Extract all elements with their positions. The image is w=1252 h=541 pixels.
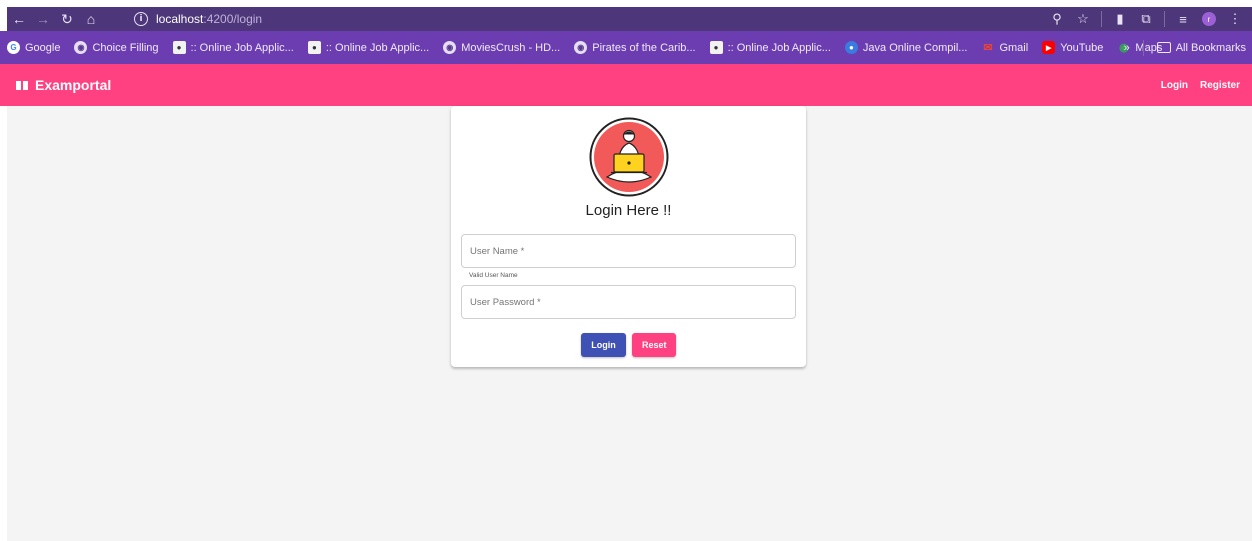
more-bookmarks-button[interactable]: » [1124,42,1130,54]
folder-icon [1156,42,1171,53]
browser-toolbar-icons: ⚲ ☆ ▮ ⧉ ≡ r ⋮ [1046,7,1246,31]
nav-register-link[interactable]: Register [1195,76,1245,95]
all-bookmarks-button[interactable]: All Bookmarks [1156,41,1246,54]
password-input[interactable] [462,286,795,318]
book-icon [15,79,29,91]
brand-name: Examportal [35,77,112,93]
bookmark-java-compiler[interactable]: ● Java Online Compil... [844,41,968,54]
toolbar-divider [1164,11,1165,27]
bookmark-online-job-2[interactable]: ●:: Online Job Applic... [307,41,430,54]
globe-icon: ◉ [74,41,88,54]
bookmark-label: :: Online Job Applic... [190,41,294,54]
bookmark-label: Choice Filling [92,41,159,54]
login-button[interactable]: Login [581,333,626,357]
toolbar-actions: Login Register [1156,64,1245,106]
button-row: Login Reset [451,333,806,357]
brand[interactable]: Examportal [15,77,111,93]
bookmarks-bar: G Google ◉ Choice Filling ●:: Online Job A… [0,31,1252,64]
reload-icon[interactable]: ↻ [55,7,79,31]
all-bookmarks-label: All Bookmarks [1175,41,1246,54]
bookmark-label: MoviesCrush - HD... [461,41,561,54]
job-portal-icon: ● [307,41,321,54]
reset-button[interactable]: Reset [632,333,676,357]
bookmark-gmail[interactable]: ✉ Gmail [981,41,1029,55]
bookmark-label: Gmail [999,41,1029,54]
site-info-icon[interactable]: i [134,12,148,26]
bookmark-choice-filling[interactable]: ◉ Choice Filling [74,41,159,54]
bookmarks-divider [1142,39,1144,56]
password-field[interactable] [461,285,796,319]
home-icon[interactable]: ⌂ [79,7,103,31]
username-field[interactable] [461,234,796,268]
bookmark-pirates[interactable]: ◉ Pirates of the Carib... [574,41,696,54]
login-title: Login Here !! [585,202,672,219]
job-portal-icon: ● [709,41,723,54]
profile-avatar[interactable]: r [1198,8,1220,30]
globe-icon: ◉ [443,41,457,54]
toolbar-divider [1101,11,1102,27]
bookmark-online-job-1[interactable]: ●:: Online Job Applic... [172,41,294,54]
bookmark-label: Java Online Compil... [862,41,968,54]
username-hint: Valid User Name [469,272,518,279]
media-queue-icon[interactable]: ≡ [1172,8,1194,30]
gmail-icon: ✉ [983,42,993,54]
url-host: localhost [156,12,204,26]
google-icon: G [7,41,20,54]
nav-login-link[interactable]: Login [1156,76,1193,95]
profile-avatar-icon: r [1202,12,1216,26]
bookmark-label: Pirates of the Carib... [592,41,696,54]
username-input[interactable] [462,235,795,267]
bookmark-moviescrush[interactable]: ◉ MoviesCrush - HD... [443,41,560,54]
bookmarks-right: » All Bookmarks [1124,31,1246,64]
forward-arrow-icon[interactable]: → [31,7,55,31]
bookmark-label: :: Online Job Applic... [727,41,831,54]
bookmark-google[interactable]: G Google [7,41,60,54]
reading-mode-icon[interactable]: ▮ [1109,8,1131,30]
job-portal-icon: ● [172,41,186,54]
bookmark-label: YouTube [1060,41,1104,54]
globe-icon: ◉ [574,41,588,54]
login-card: Login Here !! Valid User Name Login Rese… [451,106,806,367]
main-content: Login Here !! Valid User Name Login Rese… [7,106,1252,541]
extensions-icon[interactable]: ⧉ [1135,8,1157,30]
java-compiler-icon: ● [844,41,858,54]
bookmark-label: :: Online Job Applic... [325,41,430,54]
bookmark-star-icon[interactable]: ☆ [1072,8,1094,30]
youtube-icon: ▶ [1042,41,1056,54]
zoom-icon[interactable]: ⚲ [1046,8,1068,30]
back-arrow-icon[interactable]: ← [7,7,31,31]
browser-menu-icon[interactable]: ⋮ [1224,8,1246,30]
bookmark-youtube[interactable]: ▶ YouTube [1042,41,1103,54]
bookmark-label: Google [25,41,61,54]
url-path: :4200/login [203,12,263,26]
app-toolbar: Examportal Login Register [0,64,1252,106]
user-avatar-icon [589,117,669,197]
browser-address-bar: ← → ↻ ⌂ i localhost:4200/login ⚲ ☆ ▮ ⧉ ≡… [7,7,1252,31]
bookmark-online-job-3[interactable]: ●:: Online Job Applic... [709,41,831,54]
